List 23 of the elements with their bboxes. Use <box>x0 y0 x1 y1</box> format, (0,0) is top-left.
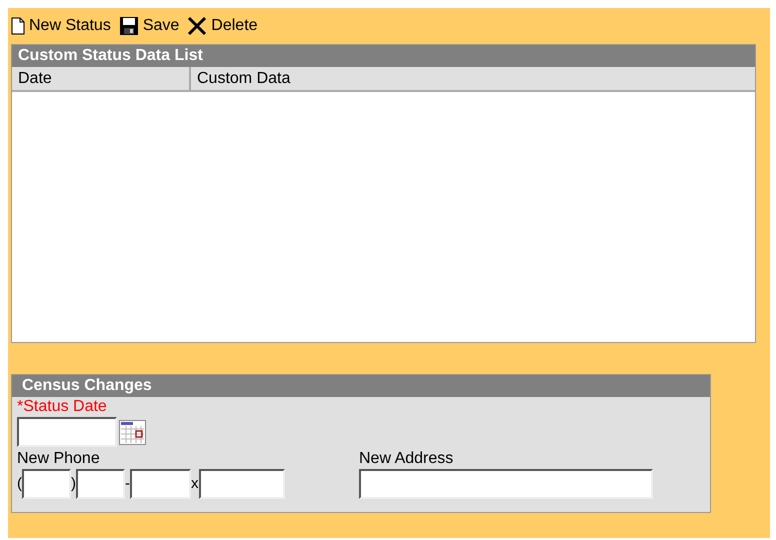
toolbar-button[interactable]: New Status <box>11 14 111 38</box>
column-header[interactable]: Custom Data <box>191 67 755 90</box>
phone-line-field[interactable] <box>130 469 191 499</box>
field-label: New Address <box>359 449 454 469</box>
delete-icon <box>187 16 208 36</box>
ext-text: x <box>191 474 198 494</box>
calendar-icon[interactable] <box>119 420 146 444</box>
panel-title: Census Changes <box>12 375 710 397</box>
dash-text: - <box>125 474 130 494</box>
date-field[interactable] <box>17 417 117 447</box>
area-code-field[interactable] <box>22 469 71 499</box>
toolbar-button[interactable]: Save <box>118 14 180 38</box>
column-header[interactable]: Date <box>12 67 191 90</box>
extension-field[interactable] <box>198 469 284 499</box>
phone-prefix-field[interactable] <box>76 469 125 499</box>
field-label: New Phone <box>17 449 101 469</box>
address-field[interactable] <box>359 469 653 499</box>
paren-text: ( <box>17 474 22 494</box>
toolbar-button[interactable]: Delete <box>187 14 258 38</box>
document-icon <box>11 17 25 35</box>
panel-title: Custom Status Data List <box>12 45 755 67</box>
paren-text: ) <box>71 474 76 494</box>
field-label: *Status Date <box>17 397 108 417</box>
